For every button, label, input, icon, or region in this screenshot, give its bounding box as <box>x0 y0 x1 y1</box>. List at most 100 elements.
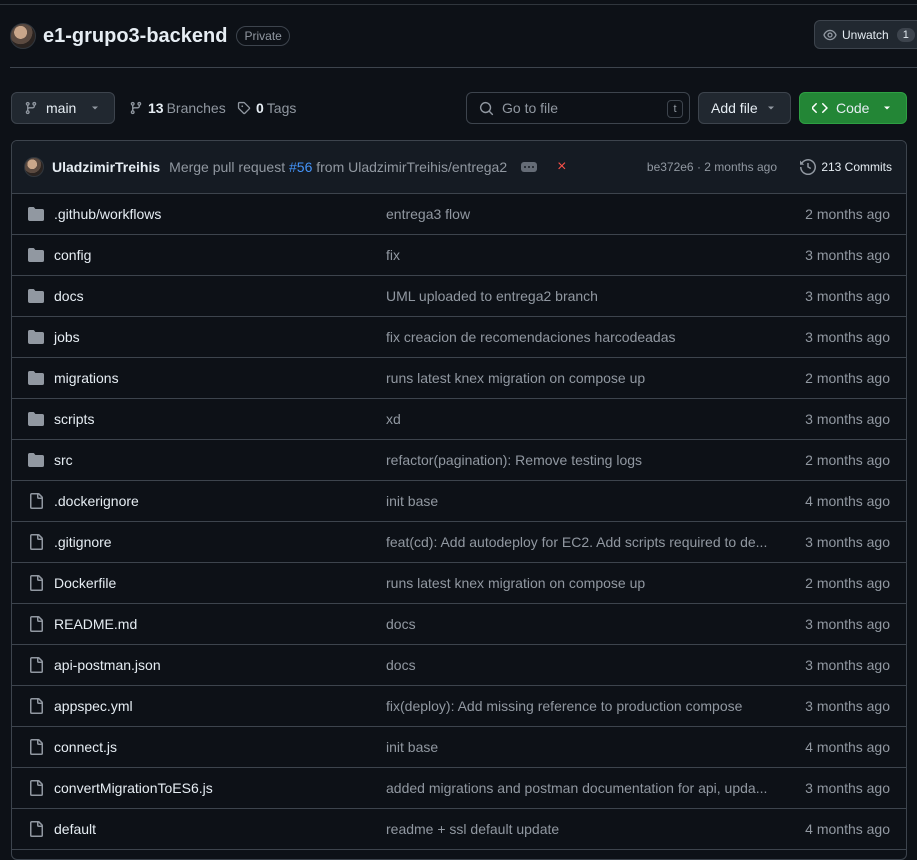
commit-message[interactable]: Merge pull request #56 from UladzimirTre… <box>169 159 507 175</box>
file-commit-age: 4 months ago <box>805 821 890 837</box>
file-commit-age: 2 months ago <box>805 370 890 386</box>
owner-avatar[interactable] <box>10 23 36 49</box>
file-commit-message[interactable]: refactor(pagination): Remove testing log… <box>386 452 776 468</box>
file-commit-age: 4 months ago <box>805 739 890 755</box>
folder-icon <box>28 411 44 430</box>
file-name[interactable]: connect.js <box>54 739 117 755</box>
file-row[interactable]: .dockerignore init base 4 months ago <box>12 481 906 522</box>
failed-status-icon[interactable]: × <box>557 159 566 175</box>
file-icon <box>28 657 44 676</box>
code-button[interactable]: Code <box>799 92 907 124</box>
file-commit-message[interactable]: fix(deploy): Add missing reference to pr… <box>386 698 776 714</box>
file-icon <box>28 739 44 758</box>
eye-icon <box>823 29 837 40</box>
file-commit-message[interactable]: docs <box>386 657 776 673</box>
file-name[interactable]: default <box>54 821 96 837</box>
file-row[interactable]: docs UML uploaded to entrega2 branch 3 m… <box>12 276 906 317</box>
folder-icon <box>28 329 44 348</box>
file-browser: UladzimirTreihis Merge pull request #56 … <box>11 140 907 860</box>
file-commit-message[interactable]: entrega3 flow <box>386 206 776 222</box>
file-commit-message[interactable]: init base <box>386 493 776 509</box>
tag-icon <box>237 101 251 115</box>
repo-header: e1-grupo3-backend Private Unwatch 1 <box>10 20 917 52</box>
visibility-badge: Private <box>236 26 290 46</box>
file-row[interactable]: convertMigrationToES6.js added migration… <box>12 768 906 809</box>
file-commit-message[interactable]: docs <box>386 616 776 632</box>
commit-sha-time[interactable]: be372e6 · 2 months ago <box>647 160 777 174</box>
file-row[interactable]: .github/workflows entrega3 flow 2 months… <box>12 194 906 235</box>
git-branch-icon <box>25 101 37 115</box>
file-name[interactable]: .gitignore <box>54 534 112 550</box>
file-commit-message[interactable]: runs latest knex migration on compose up <box>386 575 776 591</box>
file-row[interactable]: src refactor(pagination): Remove testing… <box>12 440 906 481</box>
branches-count: 13 <box>148 100 164 116</box>
caret-down-icon <box>884 106 890 110</box>
file-name[interactable]: .dockerignore <box>54 493 139 509</box>
watch-count: 1 <box>896 27 915 42</box>
branch-name: main <box>46 100 77 116</box>
file-name[interactable]: Dockerfile <box>54 575 116 591</box>
shortcut-key: t <box>667 100 683 118</box>
file-name[interactable]: docs <box>54 288 84 304</box>
file-commit-message[interactable]: fix <box>386 247 776 263</box>
file-name[interactable]: api-postman.json <box>54 657 161 673</box>
file-row[interactable]: jobs fix creacion de recomendaciones har… <box>12 317 906 358</box>
file-name[interactable]: convertMigrationToES6.js <box>54 780 213 796</box>
file-commit-message[interactable]: UML uploaded to entrega2 branch <box>386 288 776 304</box>
file-row[interactable]: config fix 3 months ago <box>12 235 906 276</box>
file-commit-age: 3 months ago <box>805 329 890 345</box>
file-row[interactable]: README.md docs 3 months ago <box>12 604 906 645</box>
file-commit-age: 2 months ago <box>805 452 890 468</box>
commit-message-prefix: Merge pull request <box>169 159 286 175</box>
file-row[interactable]: default readme + ssl default update 4 mo… <box>12 809 906 850</box>
add-file-button[interactable]: Add file <box>698 92 791 124</box>
branch-select-button[interactable]: main <box>11 92 115 124</box>
file-name[interactable]: src <box>54 452 73 468</box>
file-commit-message[interactable]: added migrations and postman documentati… <box>386 780 776 796</box>
tags-link[interactable]: 0 Tags <box>237 100 296 116</box>
file-commit-age: 3 months ago <box>805 657 890 673</box>
go-to-file-input[interactable]: Go to file t <box>466 92 690 124</box>
file-row[interactable]: scripts xd 3 months ago <box>12 399 906 440</box>
file-name[interactable]: migrations <box>54 370 119 386</box>
folder-icon <box>28 247 44 266</box>
file-commit-message[interactable]: feat(cd): Add autodeploy for EC2. Add sc… <box>386 534 776 550</box>
ellipsis-icon[interactable] <box>521 162 538 172</box>
file-row[interactable]: Dockerfile runs latest knex migration on… <box>12 563 906 604</box>
file-row[interactable]: connect.js init base 4 months ago <box>12 727 906 768</box>
file-row[interactable]: api-postman.json docs 3 months ago <box>12 645 906 686</box>
commits-count: 213 Commits <box>821 160 892 174</box>
file-commit-message[interactable]: readme + ssl default update <box>386 821 776 837</box>
file-commit-message[interactable]: init base <box>386 739 776 755</box>
file-commit-age: 2 months ago <box>805 206 890 222</box>
file-name[interactable]: scripts <box>54 411 94 427</box>
latest-commit-bar: UladzimirTreihis Merge pull request #56 … <box>12 141 906 194</box>
unwatch-button[interactable]: Unwatch 1 <box>814 20 917 49</box>
file-commit-age: 3 months ago <box>805 616 890 632</box>
git-branch-icon <box>130 101 142 115</box>
file-row[interactable]: .gitignore feat(cd): Add autodeploy for … <box>12 522 906 563</box>
go-to-file-placeholder: Go to file <box>502 100 559 116</box>
pr-link[interactable]: #56 <box>289 159 312 175</box>
file-commit-message[interactable]: xd <box>386 411 776 427</box>
file-icon <box>28 698 44 717</box>
file-commit-message[interactable]: runs latest knex migration on compose up <box>386 370 776 386</box>
commit-author[interactable]: UladzimirTreihis <box>52 159 160 175</box>
file-name[interactable]: appspec.yml <box>54 698 133 714</box>
repo-toolbar: main 13 Branches 0 Tags Go to file t Add… <box>0 92 917 124</box>
file-name[interactable]: .github/workflows <box>54 206 161 222</box>
author-avatar[interactable] <box>24 157 44 177</box>
file-icon <box>28 575 44 594</box>
caret-down-icon <box>768 106 774 110</box>
file-commit-age: 3 months ago <box>805 288 890 304</box>
file-name[interactable]: jobs <box>54 329 80 345</box>
repo-name[interactable]: e1-grupo3-backend <box>43 25 227 48</box>
branches-link[interactable]: 13 Branches <box>129 100 226 116</box>
file-name[interactable]: config <box>54 247 91 263</box>
file-row[interactable]: appspec.yml fix(deploy): Add missing ref… <box>12 686 906 727</box>
file-icon <box>28 780 44 799</box>
file-row[interactable]: migrations runs latest knex migration on… <box>12 358 906 399</box>
file-name[interactable]: README.md <box>54 616 137 632</box>
file-commit-message[interactable]: fix creacion de recomendaciones harcodea… <box>386 329 776 345</box>
commits-link[interactable]: 213 Commits <box>800 159 892 175</box>
